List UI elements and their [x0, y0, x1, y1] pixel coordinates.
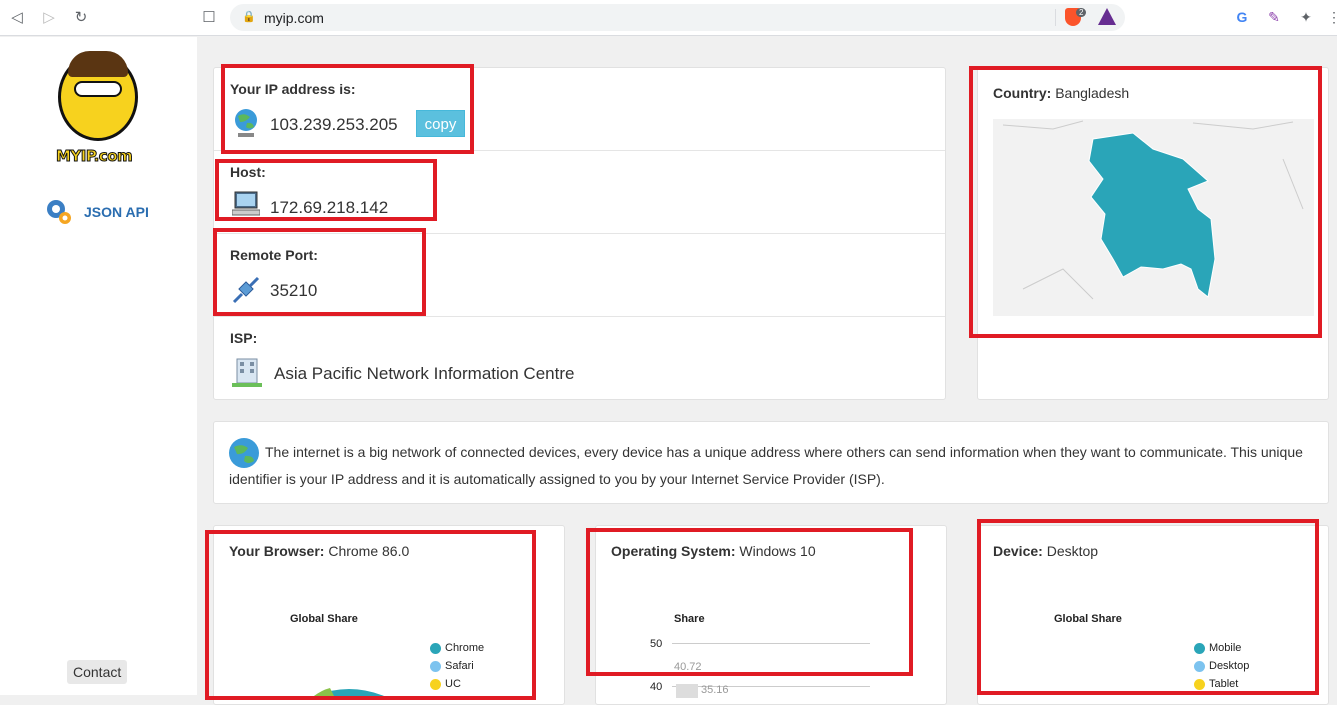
isp-row: ISP: Asia Pacific Network Information Ce…	[214, 317, 945, 401]
isp-label: ISP:	[230, 330, 258, 346]
y-tick: 40	[650, 681, 663, 693]
building-icon	[232, 358, 262, 387]
highlight-os	[586, 528, 913, 676]
contact-button[interactable]: Contact	[67, 660, 128, 684]
forward-icon[interactable]: ▷	[39, 8, 59, 28]
data-label: 35.16	[701, 684, 729, 696]
sidebar: MYIP.com JSON API Contact	[0, 37, 197, 695]
lock-icon: 🔒	[242, 11, 256, 23]
info-card: The internet is a big network of connect…	[213, 421, 1329, 504]
url-text[interactable]: myip.com	[264, 10, 324, 26]
highlight-browser	[205, 530, 536, 700]
browser-toolbar: ◁ ▷ ↻ ☐ 🔒 myip.com 2 G ✎ ✦ ⋮	[0, 0, 1337, 36]
gear-icon	[47, 200, 71, 224]
chart-bar[interactable]	[676, 684, 698, 698]
logo-glasses	[74, 81, 122, 97]
highlight-host	[215, 159, 437, 221]
json-api-label: JSON API	[84, 204, 149, 220]
brave-rewards-icon[interactable]	[1098, 8, 1116, 25]
separator	[1055, 9, 1056, 26]
bookmark-icon[interactable]: ☐	[199, 8, 219, 28]
highlight-country	[969, 66, 1322, 338]
address-bar[interactable]: 🔒 myip.com 2	[230, 4, 1125, 31]
highlight-device	[977, 519, 1319, 695]
pen-extension-icon[interactable]: ✎	[1265, 8, 1283, 26]
highlight-port	[213, 228, 426, 316]
menu-icon[interactable]: ⋮	[1325, 8, 1337, 26]
reload-icon[interactable]: ↻	[71, 8, 91, 28]
logo-hair	[68, 51, 128, 77]
translate-icon[interactable]: G	[1233, 8, 1251, 26]
info-text: The internet is a big network of connect…	[229, 444, 1303, 487]
extensions-puzzle-icon[interactable]: ✦	[1297, 8, 1315, 26]
isp-value[interactable]: Asia Pacific Network Information Centre	[274, 364, 574, 384]
highlight-ip	[221, 64, 474, 154]
brave-badge: 2	[1076, 8, 1087, 17]
logo-text: MYIP.com	[55, 147, 133, 166]
back-icon[interactable]: ◁	[7, 8, 27, 28]
